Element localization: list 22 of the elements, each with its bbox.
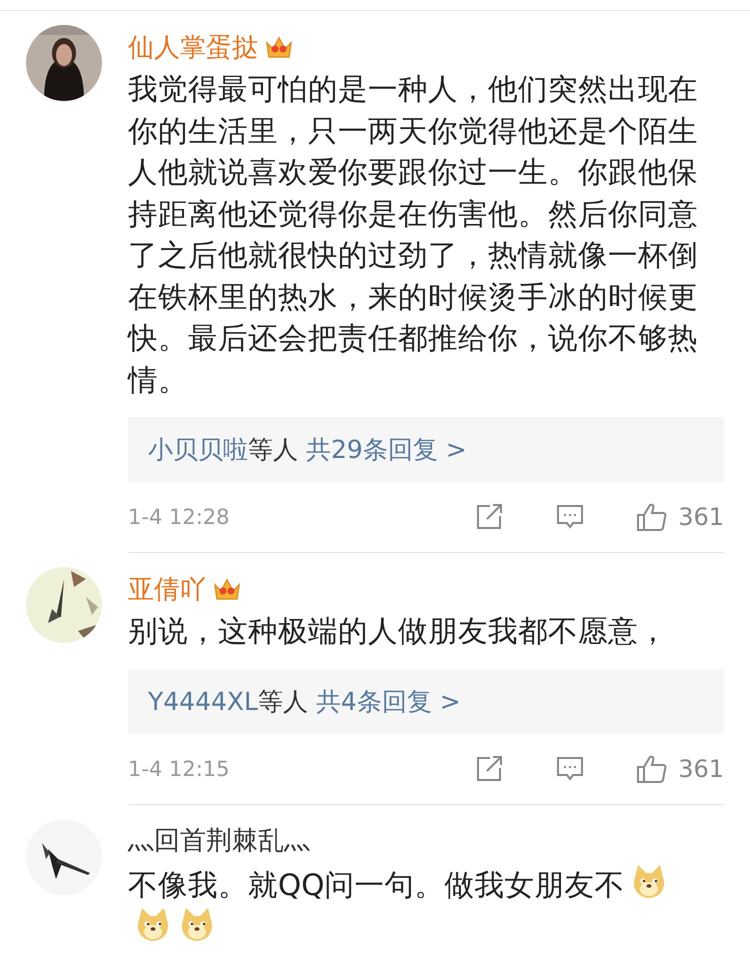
share-icon	[476, 756, 504, 782]
reply-button[interactable]	[556, 756, 584, 782]
share-button[interactable]	[476, 504, 504, 530]
username[interactable]: 仙人掌蛋挞	[128, 30, 258, 64]
comment-icon	[556, 504, 584, 530]
username[interactable]: 灬回首荆棘乱灬	[128, 823, 310, 858]
share-icon	[476, 504, 504, 530]
thumbs-up-icon	[636, 754, 668, 784]
replies-link[interactable]: Y4444XL等人 共4条回复 >	[128, 668, 724, 734]
comment-icon	[556, 756, 584, 782]
replies-link[interactable]: 小贝贝啦等人 共29条回复 >	[128, 417, 724, 482]
comment-text: 我觉得最可怕的是一种人，他们突然出现在你的生活里，只一两天你觉得他还是个陌生人他就说喜欢爱你要跟你过一生。你跟他保持距离他还觉得你是在伤害他。然后你同意了之后他就很快的过劲了，热情就像一杯倒在铁杯里的热水，来的时候烫手冰的时候更快。最后还会把责任都推给你，说你不够热情。	[128, 71, 699, 398]
like-button[interactable]: 361	[636, 754, 724, 784]
thumbs-up-icon	[636, 502, 668, 532]
comment-text: 不像我。就QQ问一句。做我女朋友不	[128, 862, 708, 950]
like-button[interactable]: 361	[636, 502, 724, 532]
reply-button[interactable]	[556, 504, 584, 530]
comment-time: 1-4 12:15	[128, 756, 230, 780]
comment-text: 别说，这种极端的人做朋友我都不愿意，	[128, 613, 669, 650]
share-button[interactable]	[476, 756, 504, 782]
username[interactable]: 亚倩吖	[128, 572, 206, 606]
comment-time: 1-4 12:28	[128, 505, 230, 529]
